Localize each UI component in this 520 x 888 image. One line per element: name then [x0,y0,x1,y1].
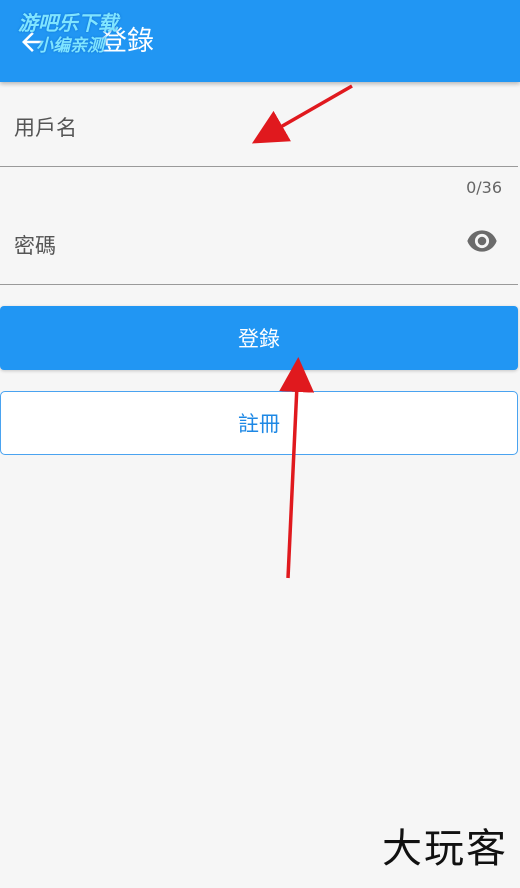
username-field[interactable]: 用戶名 [0,84,518,167]
app-bar: 登錄 游吧乐下载 小编亲测 [0,0,520,82]
register-button[interactable]: 註冊 [0,391,518,455]
brand-watermark: 大玩客 [382,826,508,872]
char-counter: 0/36 [466,178,502,197]
eye-icon[interactable] [466,230,498,252]
site-watermark: 游吧乐下载 [18,11,118,35]
password-label: 密碼 [14,234,56,258]
site-watermark-sub: 小编亲测 [36,36,104,56]
password-field[interactable]: 密碼 [0,200,518,285]
login-button[interactable]: 登錄 [0,306,518,370]
username-label: 用戶名 [14,116,77,140]
